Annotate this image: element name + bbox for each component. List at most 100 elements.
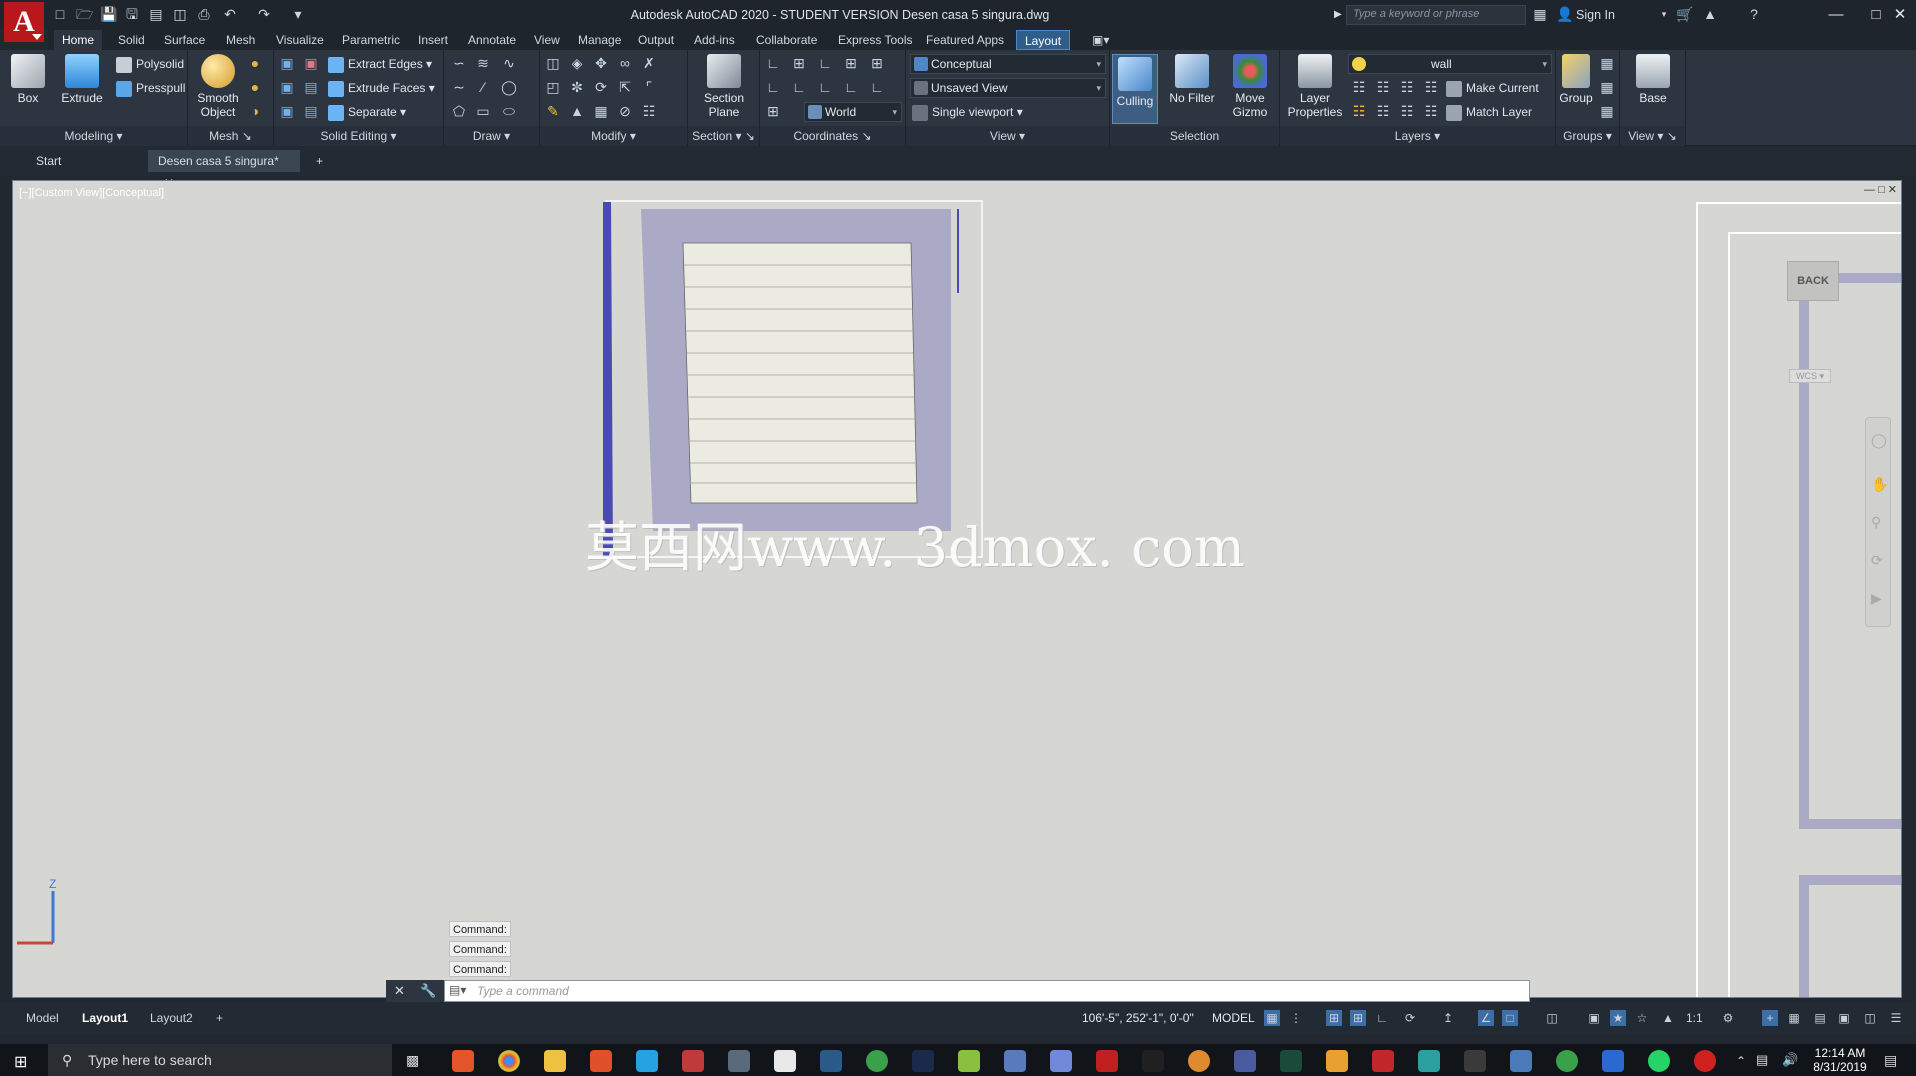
help-icon[interactable]: ? xyxy=(1746,6,1762,22)
snap-icon[interactable]: ⋮ xyxy=(1288,1010,1304,1026)
group-select-icon[interactable]: ▦ xyxy=(1598,102,1616,120)
view-panel-title[interactable]: View ▾ xyxy=(906,126,1109,146)
tab-annotate[interactable]: Annotate xyxy=(460,30,524,50)
tab-add-ins[interactable]: Add-ins xyxy=(686,30,743,50)
stretch-icon[interactable]: ⇱ xyxy=(616,78,634,96)
customize-toolbar-icon[interactable]: ▾ xyxy=(290,6,306,22)
move-icon[interactable]: ✥ xyxy=(592,54,610,72)
app-icon[interactable] xyxy=(1096,1050,1118,1072)
extrude-faces-button[interactable]: Extrude Faces ▾ xyxy=(328,78,435,98)
polyline-2-icon[interactable]: ∼ xyxy=(450,78,468,96)
chevron-down-icon[interactable]: ▾ xyxy=(1656,6,1672,22)
new-file-icon[interactable]: □ xyxy=(52,6,68,22)
app-icon[interactable] xyxy=(1556,1050,1578,1072)
group-edit-icon[interactable]: ▦ xyxy=(1598,78,1616,96)
rectangle-icon[interactable]: ▭ xyxy=(474,102,492,120)
user-icon[interactable]: 👤 xyxy=(1556,6,1573,22)
add-layout-button[interactable]: + xyxy=(210,1009,229,1027)
app-icon[interactable] xyxy=(1326,1050,1348,1072)
tab-parametric[interactable]: Parametric xyxy=(334,30,408,50)
app-icon[interactable] xyxy=(1234,1050,1256,1072)
minimize-button[interactable]: — xyxy=(1816,0,1856,30)
layers-panel-title[interactable]: Layers ▾ xyxy=(1280,126,1555,146)
dynamic-input-icon[interactable]: ⊞ xyxy=(1350,1010,1366,1026)
tab-express-tools[interactable]: Express Tools xyxy=(830,30,920,50)
app-icon[interactable] xyxy=(958,1050,980,1072)
3d-object-snap-icon[interactable]: ★ xyxy=(1610,1010,1626,1026)
mirror-icon[interactable]: ◫ xyxy=(544,54,562,72)
object-snap-icon[interactable]: □ xyxy=(1502,1010,1518,1026)
app-icon[interactable] xyxy=(1418,1050,1440,1072)
units-icon[interactable]: ▦ xyxy=(1786,1010,1802,1026)
thicken-icon[interactable]: ▤ xyxy=(302,102,320,120)
steam-icon[interactable] xyxy=(820,1050,842,1072)
layer-unisolate-icon[interactable]: ☷ xyxy=(1374,102,1392,120)
utorrent-icon[interactable] xyxy=(866,1050,888,1072)
save-as-icon[interactable]: 🖫 xyxy=(124,6,140,22)
audition-icon[interactable] xyxy=(1280,1050,1302,1072)
calculator-icon[interactable] xyxy=(1464,1050,1486,1072)
drawing-tab[interactable]: Desen casa 5 singura* ✕ xyxy=(148,150,300,190)
mail-icon[interactable] xyxy=(774,1050,796,1072)
show-annotation-icon[interactable]: ◫ xyxy=(1544,1010,1560,1026)
sign-in-link[interactable]: Sign In xyxy=(1576,0,1615,30)
coordinates-panel-title[interactable]: Coordinates ↘ xyxy=(760,126,905,146)
slice-icon[interactable]: ▤ xyxy=(302,78,320,96)
viewcube[interactable]: BACK xyxy=(1787,261,1839,301)
section-panel-title[interactable]: Section ▾ ↘ xyxy=(688,126,759,146)
app-icon[interactable] xyxy=(1004,1050,1026,1072)
windows-start-icon[interactable]: ⊞ xyxy=(14,1052,27,1072)
layer-off-icon[interactable]: ☷ xyxy=(1350,78,1368,96)
separate-button[interactable]: Separate ▾ xyxy=(328,102,406,122)
tab-home[interactable]: Home xyxy=(54,30,103,50)
subtract-icon[interactable]: ▣ xyxy=(278,78,296,96)
base-view-panel-title[interactable]: View ▾ ↘ xyxy=(1620,126,1685,146)
recent-commands-icon[interactable]: ▤▾ xyxy=(449,983,466,997)
tab-collaborate[interactable]: Collaborate xyxy=(748,30,825,50)
object-snap-tracking-icon[interactable]: ∠ xyxy=(1478,1010,1494,1026)
annotation-visibility-icon[interactable]: ☆ xyxy=(1634,1010,1650,1026)
ucs-named-icon[interactable]: ∟ xyxy=(764,78,782,96)
volume-icon[interactable]: 🔊 xyxy=(1782,1052,1798,1068)
ucs-origin-icon[interactable]: ⊞ xyxy=(790,54,808,72)
app-icon[interactable] xyxy=(1510,1050,1532,1072)
3d-align-icon[interactable]: ◈ xyxy=(568,54,586,72)
app-icon[interactable] xyxy=(1602,1050,1624,1072)
rotate-icon[interactable]: ⟳ xyxy=(592,78,610,96)
wcs-menu[interactable]: WCS ▾ xyxy=(1789,369,1831,383)
steering-wheel-icon[interactable]: ◯ xyxy=(1871,432,1887,449)
trim-icon[interactable]: ✗ xyxy=(640,54,658,72)
grid-icon[interactable]: ▦ xyxy=(1264,1010,1280,1026)
move-gizmo-button[interactable]: Move Gizmo xyxy=(1224,54,1276,119)
layer-lock-icon[interactable]: ☷ xyxy=(1422,78,1440,96)
no-filter-button[interactable]: No Filter xyxy=(1164,54,1220,105)
section-plane-button[interactable]: Section Plane xyxy=(696,54,752,119)
store-icon[interactable] xyxy=(728,1050,750,1072)
scale-icon[interactable]: ▲ xyxy=(568,102,586,120)
annotation-scale-value[interactable]: 1:1 xyxy=(1680,1009,1709,1027)
tab-visualize[interactable]: Visualize xyxy=(268,30,332,50)
tab-featured-apps[interactable]: Featured Apps xyxy=(918,30,1012,50)
app-icon[interactable] xyxy=(912,1050,934,1072)
modeling-panel-title[interactable]: Modeling ▾ xyxy=(0,126,187,146)
ucs-x-icon[interactable]: ∟ xyxy=(816,54,834,72)
file-explorer-icon[interactable] xyxy=(544,1050,566,1072)
solid-editing-panel-title[interactable]: Solid Editing ▾ xyxy=(274,126,443,146)
whatsapp-icon[interactable] xyxy=(1648,1050,1670,1072)
base-view-button[interactable]: Base xyxy=(1630,54,1676,105)
app-icon[interactable] xyxy=(1142,1050,1164,1072)
workspace-gear-icon[interactable]: ⚙ xyxy=(1720,1010,1736,1026)
draw-panel-title[interactable]: Draw ▾ xyxy=(444,126,539,146)
line-icon[interactable]: ∕ xyxy=(474,78,492,96)
viewport-config-button[interactable]: Single viewport ▾ xyxy=(912,102,1023,122)
undo-icon[interactable]: ↶ xyxy=(222,6,238,22)
culling-button[interactable]: Culling xyxy=(1112,54,1158,124)
circle-icon[interactable]: ◯ xyxy=(500,78,518,96)
showmotion-icon[interactable]: ▶ xyxy=(1871,590,1882,607)
binoculars-icon[interactable]: ▦ xyxy=(1532,6,1548,22)
isodraft-icon[interactable]: ↥ xyxy=(1440,1010,1456,1026)
plot-icon[interactable]: ⎙ xyxy=(196,6,212,22)
union-icon[interactable]: ▣ xyxy=(278,54,296,72)
open-folder-icon[interactable]: 🗁 xyxy=(76,6,93,22)
ucs-icon-properties-icon[interactable]: ⊞ xyxy=(764,102,782,120)
